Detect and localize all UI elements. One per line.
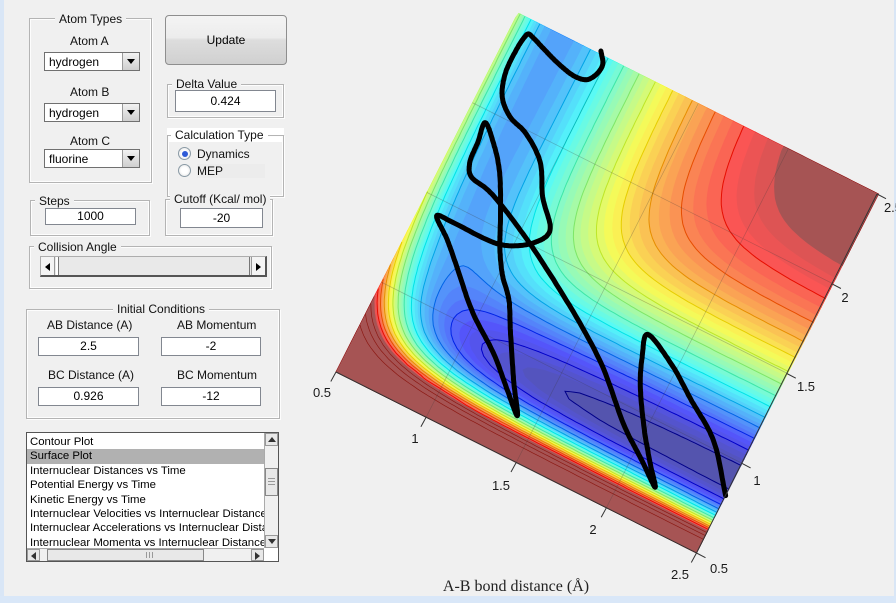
svg-text:1.5: 1.5: [797, 379, 815, 394]
svg-text:1: 1: [411, 431, 418, 446]
svg-text:2.5: 2.5: [671, 567, 689, 582]
svg-text:2: 2: [841, 290, 848, 305]
svg-text:0.5: 0.5: [710, 561, 728, 576]
svg-text:A-B bond distance (Å): A-B bond distance (Å): [443, 577, 589, 595]
svg-text:1.5: 1.5: [492, 478, 510, 493]
svg-text:1: 1: [753, 473, 760, 488]
svg-text:0.5: 0.5: [313, 385, 331, 400]
svg-text:2: 2: [589, 522, 596, 537]
svg-text:2.5: 2.5: [884, 200, 896, 215]
